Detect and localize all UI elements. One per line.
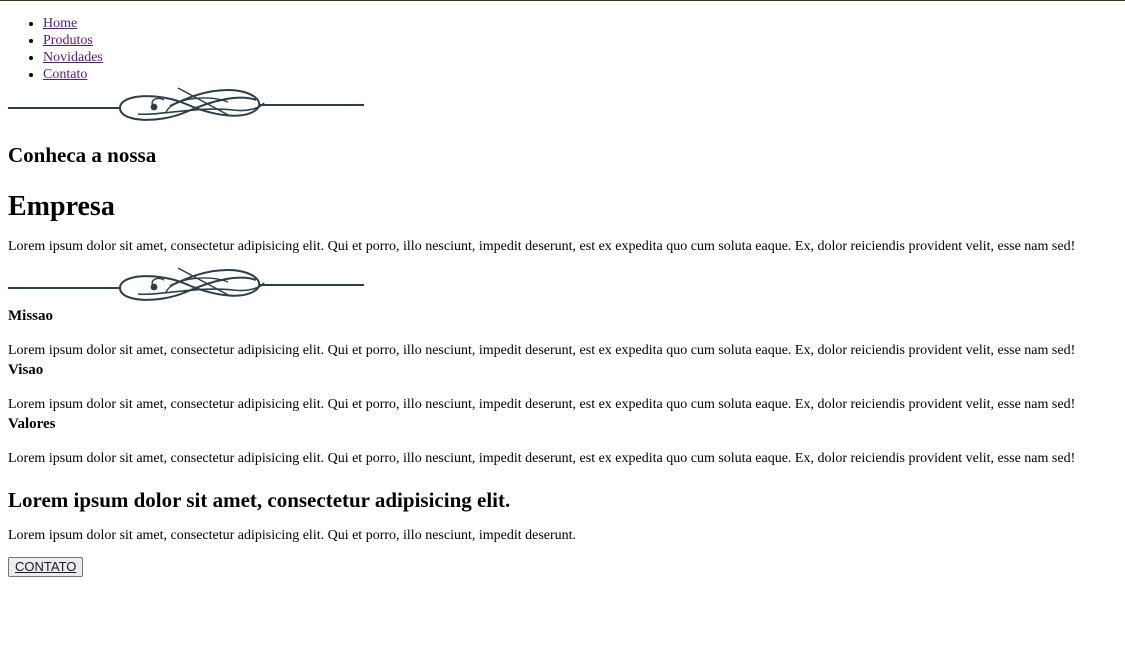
nav-link-home[interactable]: Home <box>43 16 77 31</box>
section-text-visao: Lorem ipsum dolor sit amet, consectetur … <box>8 397 1076 412</box>
section-text-missao: Lorem ipsum dolor sit amet, consectetur … <box>8 343 1076 358</box>
about-text: Lorem ipsum dolor sit amet, consectetur … <box>8 239 1076 254</box>
flourish-divider-icon <box>8 266 364 306</box>
nav-link-contato[interactable]: Contato <box>43 67 87 82</box>
nav-item-produtos: Produtos <box>43 32 1117 49</box>
nav-item-novidades: Novidades <box>43 49 1117 66</box>
nav-item-contato: Contato <box>43 66 1117 83</box>
cta-heading: Lorem ipsum dolor sit amet, consectetur … <box>8 488 511 512</box>
contato-button[interactable]: CONTATO <box>8 557 84 577</box>
nav-item-home: Home <box>43 15 1117 32</box>
section-text-valores: Lorem ipsum dolor sit amet, consectetur … <box>8 451 1076 466</box>
flourish-divider-icon <box>8 86 364 126</box>
nav-link-produtos[interactable]: Produtos <box>43 33 93 48</box>
section-title-missao: Missao <box>8 308 53 324</box>
main-nav: Home Produtos Novidades Contato <box>8 15 1117 83</box>
nav-link-novidades[interactable]: Novidades <box>43 50 103 65</box>
cta-text: Lorem ipsum dolor sit amet, consectetur … <box>8 528 577 543</box>
page: Home Produtos Novidades Contato Conheca … <box>0 15 1125 577</box>
page-title: Empresa <box>8 191 115 222</box>
about-lead: Conheca a nossa <box>8 143 157 167</box>
section-title-valores: Valores <box>8 416 56 432</box>
section-title-visao: Visao <box>8 362 44 378</box>
